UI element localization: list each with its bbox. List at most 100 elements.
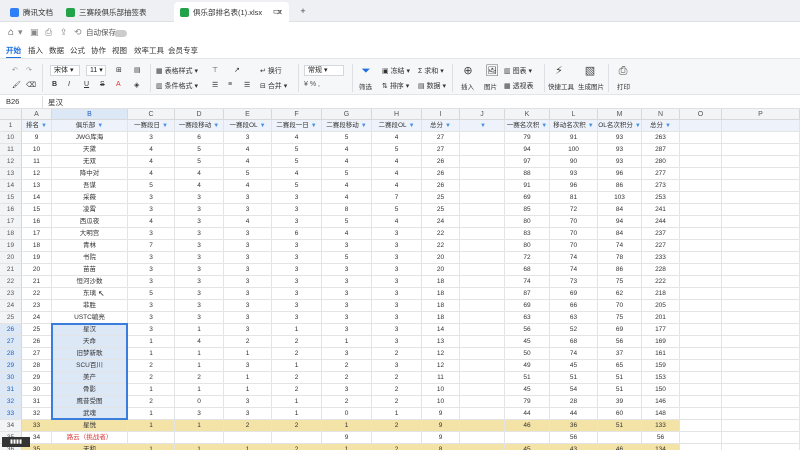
table-cell[interactable]: 天和 xyxy=(52,444,128,450)
table-cell[interactable]: 13 xyxy=(422,336,460,348)
table-cell[interactable]: 80 xyxy=(505,240,550,252)
table-cell[interactable]: 159 xyxy=(642,360,680,372)
table-cell[interactable]: 3 xyxy=(322,264,372,276)
table-cell[interactable]: 3 xyxy=(322,240,372,252)
table-cell[interactable]: 56 xyxy=(505,324,550,336)
table-cell[interactable]: 5 xyxy=(322,216,372,228)
table-cell[interactable]: 74 xyxy=(550,264,598,276)
table-cell[interactable]: 69 xyxy=(505,300,550,312)
table-cell[interactable]: 12 xyxy=(422,360,460,372)
filter-dropdown-icon[interactable]: ▼ xyxy=(480,123,486,129)
table-cell[interactable]: 0 xyxy=(322,408,372,420)
redo-icon[interactable]: ↷ xyxy=(26,66,32,74)
table-cell[interactable]: 79 xyxy=(505,396,550,408)
row-header[interactable]: 20 xyxy=(0,252,22,264)
table-cell[interactable] xyxy=(680,144,722,156)
header-cell[interactable]: 俱乐部 ▼ xyxy=(52,120,128,132)
number-format-icons[interactable]: ¥ % , xyxy=(304,81,320,88)
table-cell[interactable]: 263 xyxy=(642,132,680,144)
table-cell[interactable] xyxy=(460,300,505,312)
table-cell[interactable]: 4 xyxy=(372,216,422,228)
table-cell[interactable]: 1 xyxy=(322,336,372,348)
table-cell[interactable]: 武魂 xyxy=(52,408,128,420)
table-cell[interactable]: 18 xyxy=(422,276,460,288)
table-cell[interactable] xyxy=(680,252,722,264)
table-cell[interactable]: 287 xyxy=(642,144,680,156)
name-box[interactable]: B26 xyxy=(6,97,19,106)
table-cell[interactable]: 9 xyxy=(22,132,52,144)
table-cell[interactable]: 6 xyxy=(175,132,224,144)
header-cell[interactable]: 二赛段一日 ▼ xyxy=(272,120,322,132)
table-cell[interactable]: 100 xyxy=(550,144,598,156)
table-cell[interactable] xyxy=(680,132,722,144)
table-cell[interactable]: 3 xyxy=(128,228,175,240)
menu-data[interactable]: 数据 xyxy=(49,45,64,56)
table-cell[interactable] xyxy=(460,156,505,168)
header-cell[interactable]: 一赛段移动 ▼ xyxy=(175,120,224,132)
table-cell[interactable]: 3 xyxy=(322,384,372,396)
table-cell[interactable]: 1 xyxy=(175,348,224,360)
column-header-j[interactable]: J xyxy=(460,109,505,120)
row-header[interactable]: 30 xyxy=(0,372,22,384)
table-cell[interactable]: 26 xyxy=(422,180,460,192)
quick-tool-button[interactable]: 快捷工具 xyxy=(548,81,574,91)
filter-dropdown-icon[interactable]: ▼ xyxy=(97,123,103,129)
table-cell[interactable]: 233 xyxy=(642,252,680,264)
align-center-icon[interactable]: ≡ xyxy=(228,81,232,88)
table-cell[interactable]: 3 xyxy=(224,240,272,252)
menu-collab[interactable]: 协作 xyxy=(91,45,106,56)
table-cell[interactable]: 161 xyxy=(642,348,680,360)
table-cell[interactable] xyxy=(722,144,800,156)
header-cell[interactable]: 二赛段移动 ▼ xyxy=(322,120,372,132)
table-cell[interactable]: 78 xyxy=(598,252,642,264)
table-cell[interactable] xyxy=(460,372,505,384)
table-cell[interactable]: 3 xyxy=(224,300,272,312)
table-cell[interactable]: 2 xyxy=(372,396,422,408)
table-cell[interactable]: 天命 xyxy=(52,336,128,348)
eraser-icon[interactable]: ⌫ xyxy=(26,81,36,89)
table-cell[interactable]: 4 xyxy=(322,156,372,168)
table-cell[interactable]: 30 xyxy=(22,384,52,396)
insert-button[interactable]: 插入 xyxy=(461,81,474,91)
table-cell[interactable]: 74 xyxy=(598,240,642,252)
menu-view[interactable]: 视图 xyxy=(112,45,127,56)
table-cell[interactable] xyxy=(680,276,722,288)
table-cell[interactable] xyxy=(460,312,505,324)
table-cell[interactable] xyxy=(460,252,505,264)
table-cell[interactable] xyxy=(722,348,800,360)
table-cell[interactable]: 11 xyxy=(22,156,52,168)
filter-dropdown-icon[interactable]: ▼ xyxy=(665,123,671,129)
filter-dropdown-icon[interactable]: ▼ xyxy=(213,123,219,129)
underline-button[interactable]: U xyxy=(84,81,89,88)
table-cell[interactable]: 3 xyxy=(372,288,422,300)
table-cell[interactable]: 0 xyxy=(175,396,224,408)
table-cell[interactable]: 1 xyxy=(128,444,175,450)
table-cell[interactable]: 2 xyxy=(272,348,322,360)
column-header-h[interactable]: H xyxy=(372,109,422,120)
table-cell[interactable]: 70 xyxy=(550,240,598,252)
table-cell[interactable] xyxy=(460,276,505,288)
table-cell[interactable]: 3 xyxy=(128,264,175,276)
table-cell[interactable]: 2 xyxy=(322,396,372,408)
table-cell[interactable]: 45 xyxy=(505,336,550,348)
table-cell[interactable]: 3 xyxy=(322,312,372,324)
header-cell[interactable]: 总分 ▼ xyxy=(422,120,460,132)
table-cell[interactable]: 3 xyxy=(224,192,272,204)
table-cell[interactable]: 1 xyxy=(175,360,224,372)
row-header[interactable]: 17 xyxy=(0,216,22,228)
table-cell[interactable] xyxy=(680,336,722,348)
table-cell[interactable] xyxy=(128,432,175,444)
table-cell[interactable]: 3 xyxy=(175,264,224,276)
table-cell[interactable]: 25 xyxy=(22,324,52,336)
table-cell[interactable] xyxy=(460,216,505,228)
table-cell[interactable]: 16 xyxy=(22,216,52,228)
table-cell[interactable]: 23 xyxy=(22,300,52,312)
table-cell[interactable]: 44 xyxy=(505,408,550,420)
table-cell[interactable] xyxy=(460,180,505,192)
table-cell[interactable]: 星悦 xyxy=(52,420,128,432)
image-icon[interactable]: 🖼 xyxy=(485,65,499,77)
table-cell[interactable] xyxy=(680,192,722,204)
table-cell[interactable]: 3 xyxy=(224,132,272,144)
column-header-n[interactable]: N xyxy=(642,109,680,120)
table-cell[interactable]: 9 xyxy=(322,432,372,444)
